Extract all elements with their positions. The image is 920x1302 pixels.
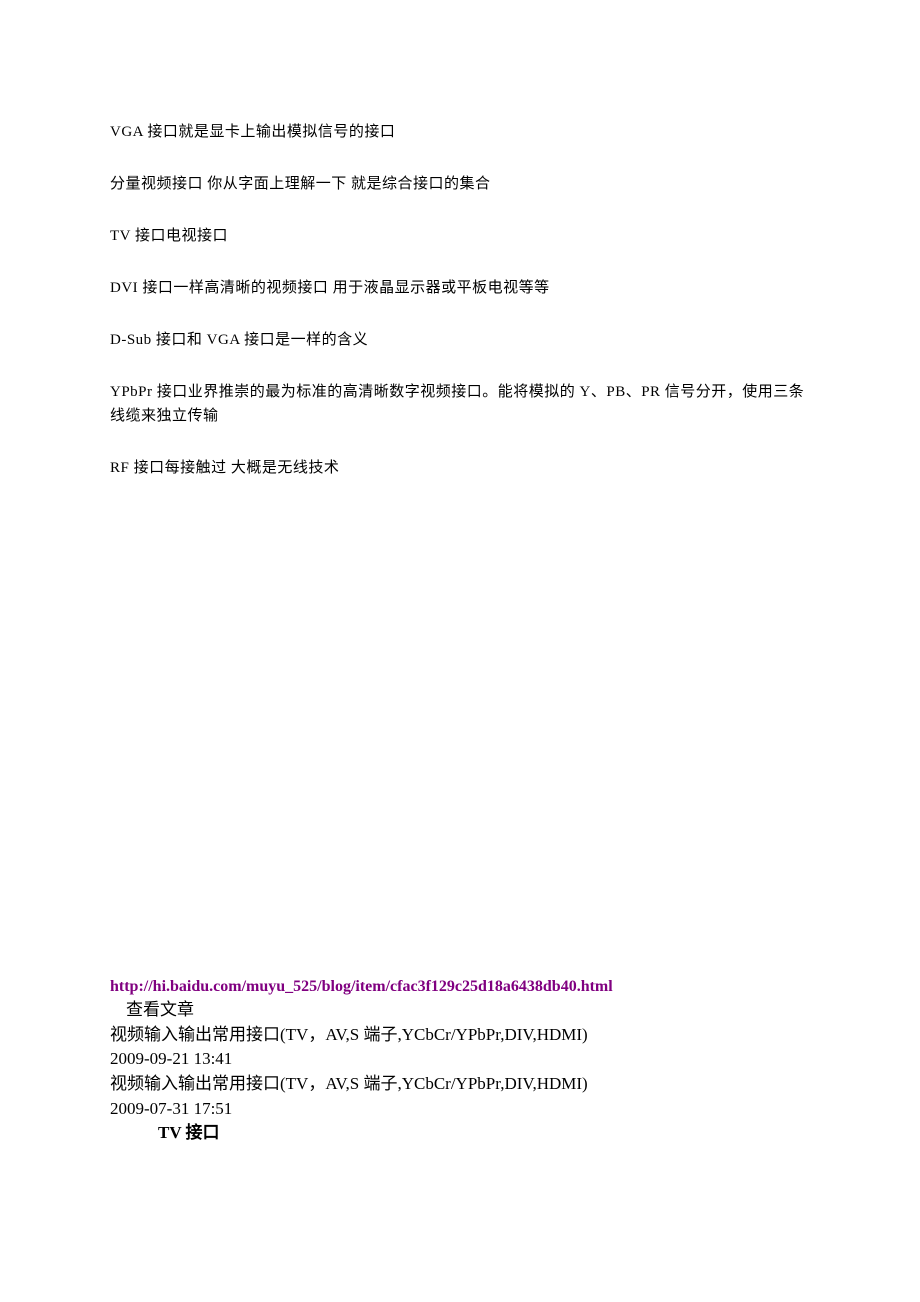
view-article-label: 查看文章 <box>110 998 810 1023</box>
article-title-1: 视频输入输出常用接口(TV，AV,S 端子,YCbCr/YPbPr,DIV,HD… <box>110 1023 810 1048</box>
article-title-2: 视频输入输出常用接口(TV，AV,S 端子,YCbCr/YPbPr,DIV,HD… <box>110 1072 810 1097</box>
paragraph-tv: TV 接口电视接口 <box>110 224 810 248</box>
article-date-2: 2009-07-31 17:51 <box>110 1097 810 1122</box>
paragraph-dsub: D-Sub 接口和 VGA 接口是一样的含义 <box>110 328 810 352</box>
paragraph-rf: RF 接口每接触过 大概是无线技术 <box>110 456 810 480</box>
document-page: VGA 接口就是显卡上输出模拟信号的接口 分量视频接口 你从字面上理解一下 就是… <box>0 0 920 1206</box>
section-heading-tv: TV 接口 <box>110 1121 810 1146</box>
paragraph-ypbpr: YPbPr 接口业界推崇的最为标准的高清晰数字视频接口。能将模拟的 Y、PB、P… <box>110 380 810 428</box>
paragraph-component: 分量视频接口 你从字面上理解一下 就是综合接口的集合 <box>110 172 810 196</box>
footer-block: 查看文章 视频输入输出常用接口(TV，AV,S 端子,YCbCr/YPbPr,D… <box>110 998 810 1146</box>
source-link[interactable]: http://hi.baidu.com/muyu_525/blog/item/c… <box>110 978 810 996</box>
paragraph-dvi: DVI 接口一样高清晰的视频接口 用于液晶显示器或平板电视等等 <box>110 276 810 300</box>
article-date-1: 2009-09-21 13:41 <box>110 1047 810 1072</box>
paragraph-vga: VGA 接口就是显卡上输出模拟信号的接口 <box>110 120 810 144</box>
empty-spacer <box>110 508 810 978</box>
